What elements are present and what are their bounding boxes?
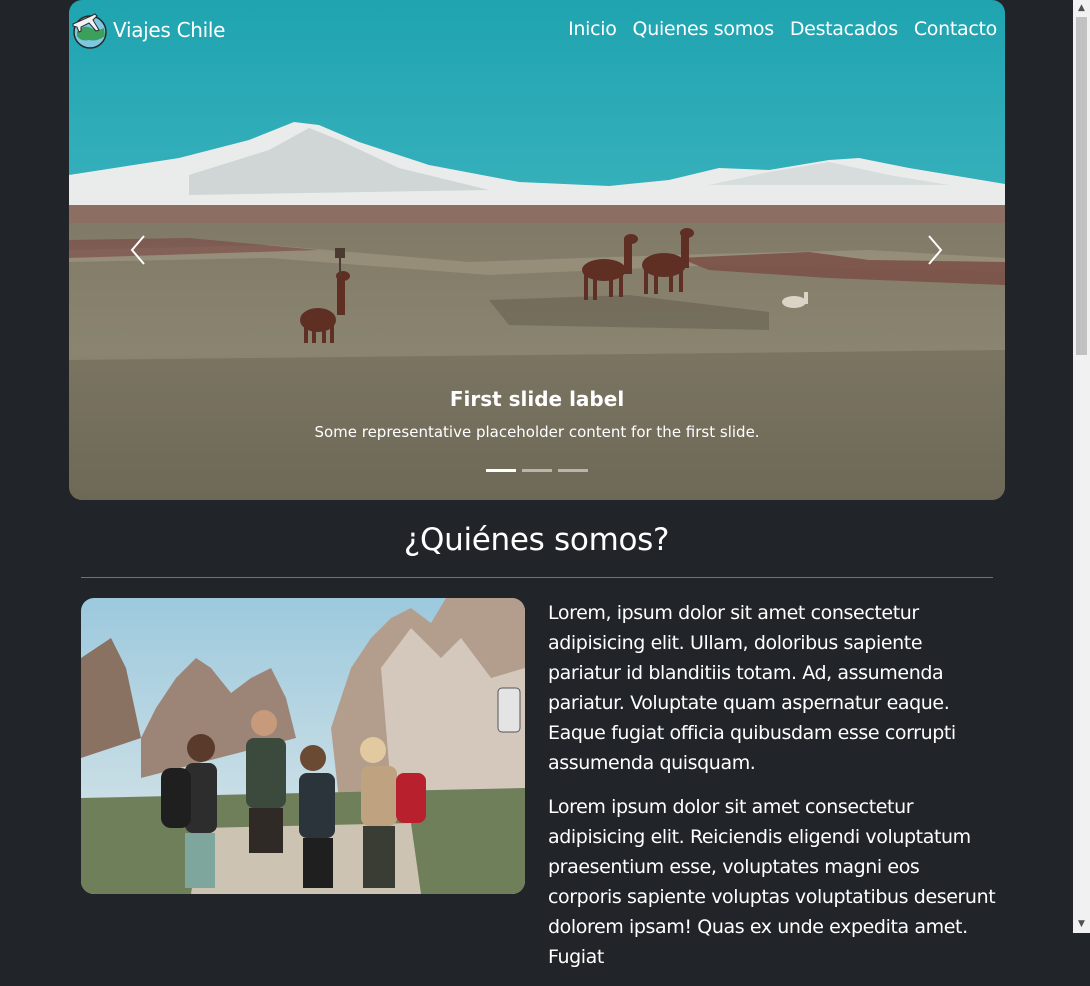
about-paragraph-2: Lorem ipsum dolor sit amet consectetur a… [548, 796, 996, 968]
slide-caption-text: Some representative placeholder content … [314, 423, 760, 441]
nav-links: Inicio Quienes somos Destacados Contacto [568, 18, 997, 40]
scrollbar-thumb[interactable] [1076, 17, 1087, 355]
chevron-right-icon[interactable] [919, 232, 949, 268]
navbar: Viajes Chile Inicio Quienes somos Destac… [69, 0, 1005, 60]
globe-plane-icon [72, 13, 107, 49]
section-divider [81, 577, 993, 578]
nav-link-inicio[interactable]: Inicio [568, 18, 617, 40]
chevron-left-icon[interactable] [124, 232, 154, 268]
brand-name: Viajes Chile [113, 18, 226, 42]
scroll-up-arrow-icon[interactable]: ▲ [1073, 0, 1090, 17]
carousel-indicator-2[interactable] [522, 469, 552, 472]
nav-link-quienes-somos[interactable]: Quienes somos [633, 18, 775, 40]
slide-caption-title: First slide label [449, 387, 625, 411]
about-paragraph-1: Lorem, ipsum dolor sit amet consectetur … [548, 602, 956, 774]
about-text: Lorem, ipsum dolor sit amet consectetur … [548, 598, 996, 986]
carousel-indicators [486, 469, 588, 472]
carousel-indicator-3[interactable] [558, 469, 588, 472]
scroll-down-arrow-icon[interactable]: ▼ [1073, 916, 1090, 933]
carousel-indicator-1[interactable] [486, 469, 516, 472]
page-scrollbar[interactable]: ▲ ▼ [1073, 0, 1090, 933]
brand[interactable]: Viajes Chile [69, 10, 225, 50]
nav-link-destacados[interactable]: Destacados [790, 18, 898, 40]
hero-carousel: Viajes Chile Inicio Quienes somos Destac… [69, 0, 1005, 500]
about-heading: ¿Quiénes somos? [403, 522, 670, 558]
nav-link-contacto[interactable]: Contacto [914, 18, 997, 40]
about-image-hikers [81, 598, 525, 894]
